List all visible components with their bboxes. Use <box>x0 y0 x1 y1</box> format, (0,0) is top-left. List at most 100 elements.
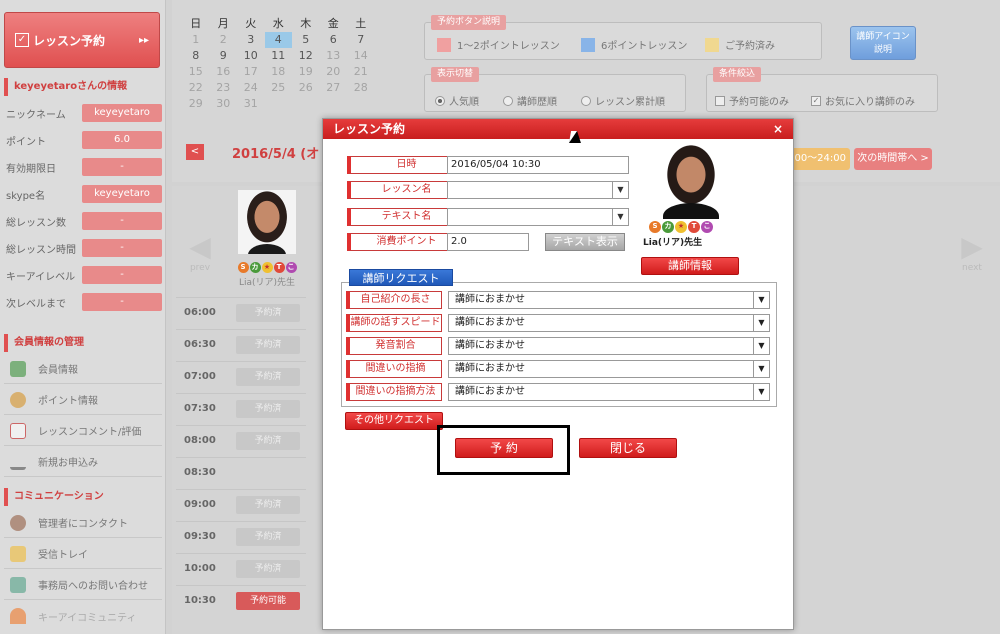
prev-date-button[interactable]: < <box>186 144 204 160</box>
slot-status-button[interactable]: 予約可能 <box>236 592 300 610</box>
teacher-info-button[interactable]: 講師情報 <box>641 257 739 275</box>
calendar-day[interactable]: 7 <box>347 32 375 48</box>
time-slot-row: 07:30 予約済 <box>176 393 306 425</box>
other-request-button[interactable]: その他リクエスト <box>345 412 443 430</box>
request-select-pronunciation[interactable]: 講師におまかせ ▼ <box>448 337 770 355</box>
radio-career[interactable]: 講師歴順 <box>503 93 557 108</box>
menu-label: レッスンコメント/評価 <box>38 427 142 438</box>
menu-inbox[interactable]: 受信トレイ <box>4 539 162 569</box>
slot-status-button[interactable]: 予約済 <box>236 496 300 514</box>
calendar-day[interactable]: 12 <box>292 48 320 64</box>
calendar-day[interactable]: 17 <box>237 64 265 80</box>
text-name-select[interactable]: ▼ <box>447 208 629 226</box>
slot-status-button[interactable]: 予約済 <box>236 528 300 546</box>
calendar-day[interactable]: 8 <box>182 48 210 64</box>
menu-contact-admin[interactable]: 管理者にコンタクト <box>4 508 162 538</box>
menu-office-inquiry[interactable]: 事務局へのお問い合わせ <box>4 570 162 600</box>
datetime-label: 日時 <box>347 156 463 174</box>
datetime-field[interactable]: 2016/05/04 10:30 <box>447 156 629 174</box>
checkbox-available-only[interactable]: 予約可能のみ <box>715 93 789 108</box>
calendar-day-selected[interactable]: 4 <box>264 32 292 48</box>
calendar-day[interactable]: 10 <box>237 48 265 64</box>
slot-time: 06:30 <box>184 339 216 350</box>
calendar-day[interactable]: 14 <box>347 48 375 64</box>
calendar-day[interactable]: 30 <box>210 96 238 112</box>
calendar-day[interactable]: 19 <box>292 64 320 80</box>
calendar-day[interactable]: 25 <box>265 80 293 96</box>
lesson-reserve-nav-button[interactable]: ✓ レッスン予約 ▸▸ <box>4 12 160 68</box>
left-arrow-icon: ◀ <box>189 230 211 263</box>
calendar-day[interactable]: 27 <box>320 80 348 96</box>
menu-member-info[interactable]: 会員情報 <box>4 354 162 384</box>
next-teachers[interactable]: ▶ next <box>956 230 988 273</box>
menu-point-info[interactable]: ポイント情報 <box>4 385 162 415</box>
calendar-day[interactable]: 2 <box>210 32 238 48</box>
close-button[interactable]: 閉じる <box>579 438 677 458</box>
checkbox-favorite-only[interactable]: ✓ お気に入り講師のみ <box>811 93 915 108</box>
calendar-day[interactable]: 20 <box>320 64 348 80</box>
request-select-speed[interactable]: 講師におまかせ ▼ <box>448 314 770 332</box>
calendar-day[interactable]: 16 <box>210 64 238 80</box>
next-time-button[interactable]: 次の時間帯へ > <box>854 148 932 170</box>
weekday: 月 <box>217 17 229 30</box>
weekday: 水 <box>272 17 284 30</box>
slot-status-button[interactable]: 予約済 <box>236 368 300 386</box>
calendar-day[interactable]: 29 <box>182 96 210 112</box>
time-slot-row: 10:30 予約可能 <box>176 585 306 617</box>
info-row-next-level: 次レベルまで - <box>4 293 162 311</box>
request-select-intro-length[interactable]: 講師におまかせ ▼ <box>448 291 770 309</box>
text-show-button[interactable]: テキスト表示 <box>545 233 625 251</box>
calendar-day[interactable]: 23 <box>210 80 238 96</box>
calendar-day[interactable]: 28 <box>347 80 375 96</box>
badge-icon: T <box>273 262 285 273</box>
calendar-day[interactable]: 18 <box>265 64 293 80</box>
calendar-day[interactable]: 1 <box>182 32 210 48</box>
slot-status-button[interactable]: 予約済 <box>236 304 300 322</box>
calendar-day[interactable]: 24 <box>237 80 265 96</box>
info-row-skype: skype名 keyeyetaro <box>4 185 162 203</box>
menu-community[interactable]: キーアイコミュニティ <box>4 601 162 631</box>
radio-popular[interactable]: 人気順 <box>435 93 479 108</box>
calendar-day[interactable]: 21 <box>347 64 375 80</box>
teacher-icon-help-button[interactable]: 講師アイコン 説明 <box>850 26 916 60</box>
badge-icon: カ <box>249 262 261 273</box>
calendar-day[interactable]: 5 <box>292 32 320 48</box>
display-title: 表示切替 <box>431 67 480 82</box>
radio-lesson-count[interactable]: レッスン累計順 <box>581 93 665 108</box>
calendar-day[interactable]: 26 <box>292 80 320 96</box>
slot-status-button[interactable]: 予約済 <box>236 400 300 418</box>
slot-status-button[interactable]: 予約済 <box>236 336 300 354</box>
calendar-day[interactable]: 31 <box>237 96 265 112</box>
menu-label: 新規お申込み <box>38 458 98 469</box>
calendar-day[interactable]: 15 <box>182 64 210 80</box>
prev-teachers[interactable]: ◀ prev <box>184 230 216 273</box>
calendar-day[interactable]: 11 <box>265 48 293 64</box>
menu-new-signup[interactable]: 新規お申込み <box>4 447 162 477</box>
menu-lesson-comment[interactable]: レッスンコメント/評価 <box>4 416 162 446</box>
checkbox-icon: ✓ <box>15 33 29 47</box>
points-field[interactable]: 2.0 <box>447 233 529 251</box>
close-icon[interactable]: × <box>773 119 783 139</box>
teacher-card[interactable]: S カ ★ T こ Lia(リア)先生 <box>228 190 306 296</box>
calendar-day[interactable]: 3 <box>237 32 265 48</box>
slot-status-button[interactable]: 予約済 <box>236 432 300 450</box>
time-range[interactable]: 00〜24:00 <box>794 148 850 170</box>
request-label: 講師の話すスピード <box>346 314 442 332</box>
lesson-name-select[interactable]: ▼ <box>447 181 629 199</box>
info-row-points: ポイント 6.0 <box>4 131 162 149</box>
checkbox-checked-icon: ✓ <box>811 95 821 106</box>
slot-status-button[interactable]: 予約済 <box>236 560 300 578</box>
calendar-day[interactable]: 9 <box>210 48 238 64</box>
request-select-correction[interactable]: 講師におまかせ ▼ <box>448 360 770 378</box>
calendar-day[interactable]: 13 <box>320 48 348 64</box>
dropdown-arrow-icon: ▼ <box>753 338 769 354</box>
info-value: keyeyetaro <box>82 104 162 122</box>
weekday: 土 <box>355 17 367 30</box>
request-label: 発音割合 <box>346 337 442 355</box>
calendar-day[interactable]: 6 <box>320 32 348 48</box>
select-value: 講師におまかせ <box>455 363 525 374</box>
calendar-day[interactable]: 22 <box>182 80 210 96</box>
info-label: 総レッスン数 <box>6 218 66 229</box>
dropdown-arrow-icon: ▼ <box>753 384 769 400</box>
request-select-correction-method[interactable]: 講師におまかせ ▼ <box>448 383 770 401</box>
